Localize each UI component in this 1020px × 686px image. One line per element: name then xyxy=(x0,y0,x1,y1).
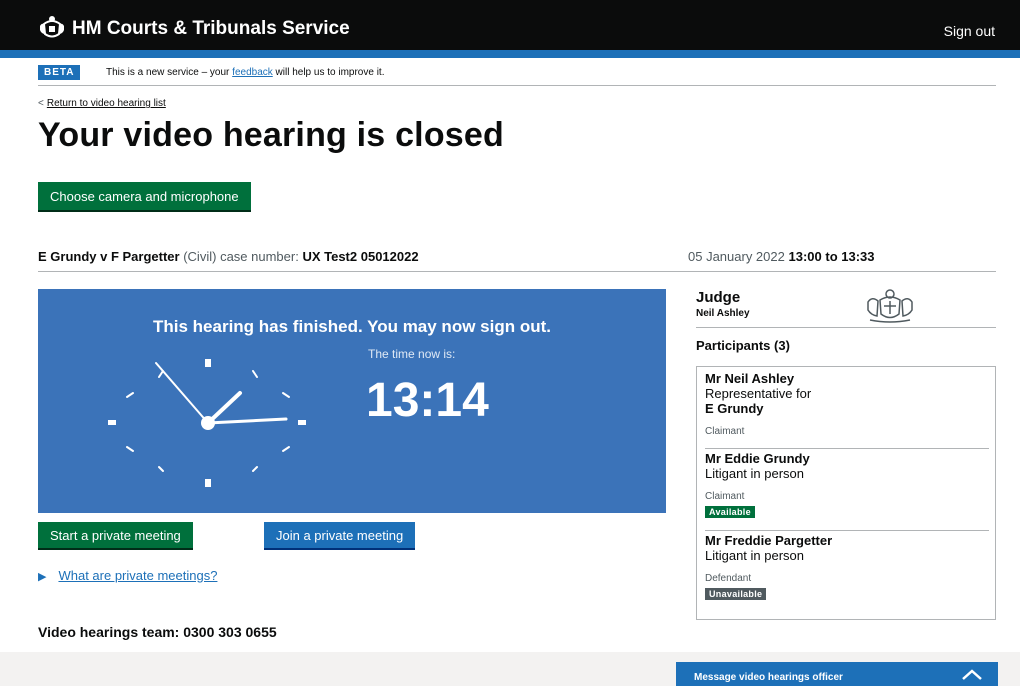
phase-banner: BETA This is a new service – your feedba… xyxy=(38,62,996,86)
judge-name: Neil Ashley xyxy=(696,308,750,319)
participants-list: Mr Neil Ashley Representative for E Grun… xyxy=(696,366,996,620)
status-badge-available: Available xyxy=(705,506,755,518)
case-number-label: case number: xyxy=(220,249,299,264)
participant-item[interactable]: Mr Neil Ashley Representative for E Grun… xyxy=(705,371,989,449)
participant-role: Litigant in person xyxy=(705,548,805,563)
royal-crest-icon xyxy=(40,16,64,38)
judge-title: Judge xyxy=(696,289,741,306)
triangle-right-icon: ▶ xyxy=(38,571,47,583)
case-parties: E Grundy v F Pargetter xyxy=(38,249,180,264)
feedback-link[interactable]: feedback xyxy=(232,67,273,78)
hearing-time-separator: to xyxy=(825,249,838,264)
service-name[interactable]: HM Courts & Tribunals Service xyxy=(72,18,350,40)
time-now-label: The time now is: xyxy=(368,347,456,361)
page-title: Your video hearing is closed xyxy=(38,116,504,154)
beta-tag: BETA xyxy=(38,65,81,80)
participant-type: Claimant xyxy=(705,426,745,437)
participant-role: Representative for xyxy=(705,386,812,401)
start-private-meeting-button[interactable]: Start a private meeting xyxy=(38,522,193,548)
case-summary: E Grundy v F Pargetter (Civil) case numb… xyxy=(38,249,419,264)
hearing-finished-message: This hearing has finished. You may now s… xyxy=(153,317,551,336)
beta-text-before: This is a new service – your xyxy=(106,67,233,78)
analog-clock-icon xyxy=(108,359,306,487)
participant-represents: E Grundy xyxy=(705,401,764,416)
participant-type: Defendant xyxy=(705,573,752,584)
beta-text-after: will help us to improve it. xyxy=(272,67,385,78)
participant-name: Mr Freddie Pargetter xyxy=(705,533,833,548)
contact-info: Video hearings team: 0300 303 0655 xyxy=(38,624,277,640)
back-link[interactable]: < Return to video hearing list xyxy=(38,98,166,109)
hearing-date: 05 January 2022 xyxy=(688,249,785,264)
royal-crest-icon xyxy=(867,289,913,323)
beta-text: This is a new service – your feedback wi… xyxy=(106,67,384,78)
hearing-start-time: 13:00 xyxy=(788,249,822,264)
message-officer-label: Message video hearings officer xyxy=(694,672,843,683)
participant-item[interactable]: Mr Freddie Pargetter Litigant in person … xyxy=(705,531,989,615)
judge-section: Judge Neil Ashley xyxy=(696,286,996,328)
participant-item[interactable]: Mr Eddie Grundy Litigant in person Claim… xyxy=(705,449,989,531)
chevron-up-icon[interactable] xyxy=(960,666,984,682)
case-number: UX Test2 05012022 xyxy=(302,249,419,264)
case-type: (Civil) xyxy=(183,249,217,264)
status-badge-unavailable: Unavailable xyxy=(705,588,767,600)
participant-role: Litigant in person xyxy=(705,466,805,481)
hearing-time: 05 January 2022 13:00 to 13:33 xyxy=(688,249,875,264)
participant-name: Mr Neil Ashley xyxy=(705,371,795,386)
site-header: HM Courts & Tribunals Service Sign out xyxy=(0,0,1020,58)
case-details-row: E Grundy v F Pargetter (Civil) case numb… xyxy=(38,246,996,272)
private-meetings-link[interactable]: What are private meetings? xyxy=(58,568,217,583)
sign-out-link[interactable]: Sign out xyxy=(944,23,995,39)
chevron-left-icon: < xyxy=(38,98,44,109)
choose-camera-button[interactable]: Choose camera and microphone xyxy=(38,182,251,210)
current-time: 13:14 xyxy=(366,374,489,427)
back-link-label: Return to video hearing list xyxy=(46,98,166,109)
hearing-end-time: 13:33 xyxy=(841,249,875,264)
participants-heading: Participants (3) xyxy=(696,338,790,353)
message-officer-bar[interactable]: Message video hearings officer xyxy=(676,662,998,686)
participant-type: Claimant xyxy=(705,491,745,502)
private-meetings-details[interactable]: ▶ What are private meetings? xyxy=(38,568,217,583)
participant-name: Mr Eddie Grundy xyxy=(705,451,810,466)
join-private-meeting-button[interactable]: Join a private meeting xyxy=(264,522,416,548)
header-stripe xyxy=(0,50,1020,58)
hearing-status-panel: This hearing has finished. You may now s… xyxy=(38,289,666,513)
